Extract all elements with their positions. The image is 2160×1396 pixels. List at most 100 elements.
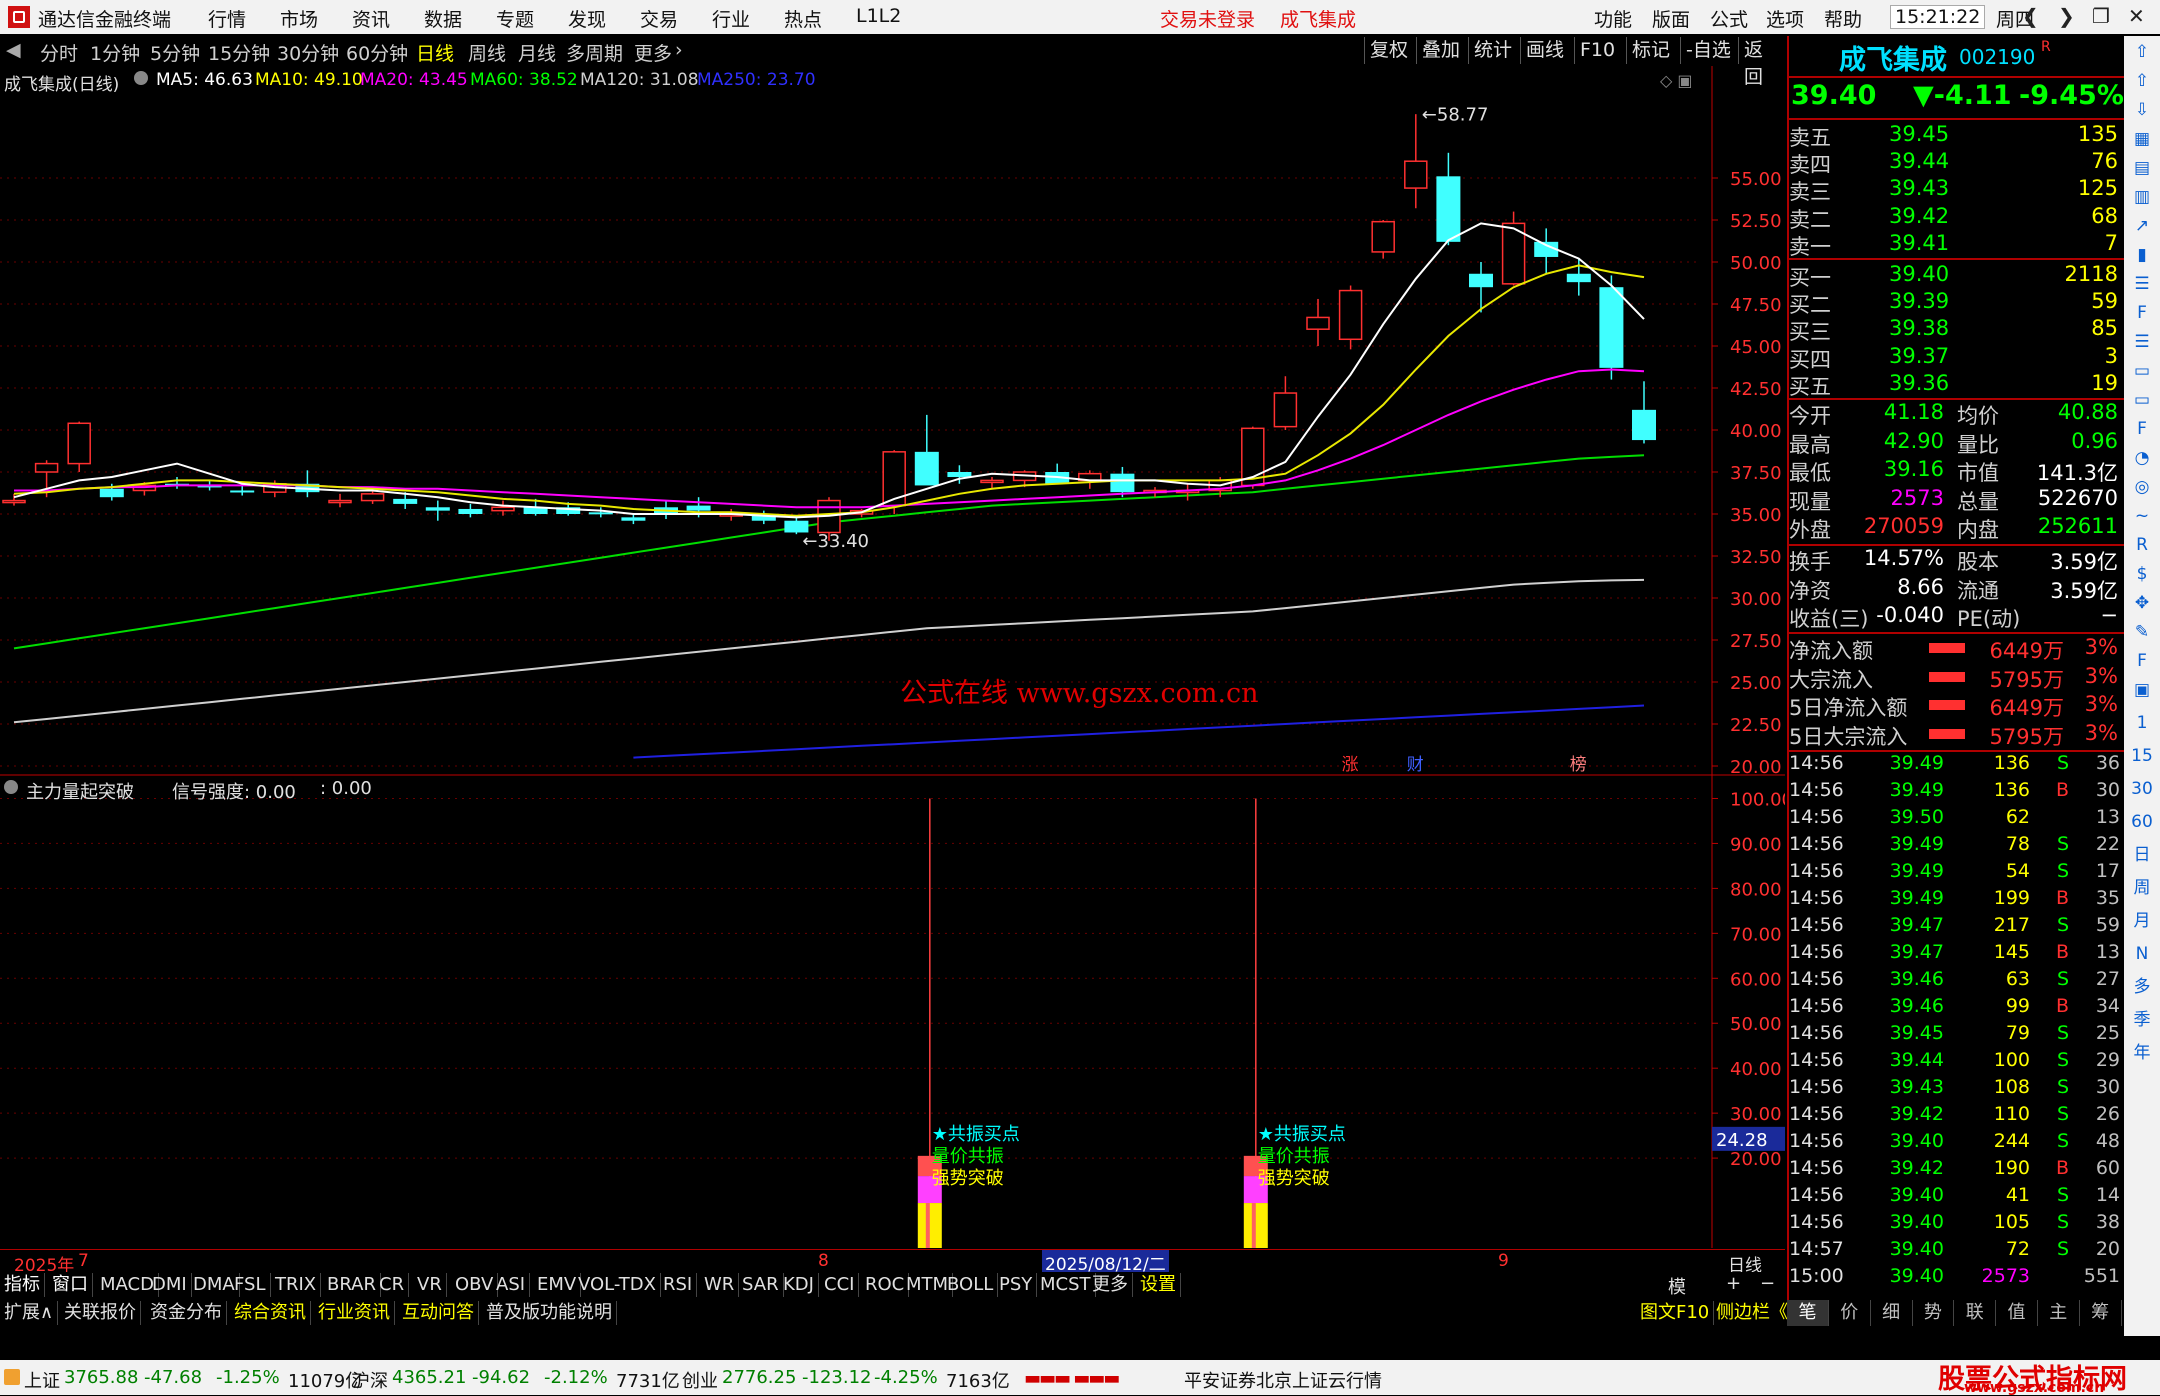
candle[interactable] [458,503,483,518]
tab-capital-distribution[interactable]: 资金分布 [146,1301,227,1325]
sidebar-k-icon[interactable]: ▮ [2130,243,2154,267]
panel-tab-5[interactable]: 值 [1996,1300,2038,1326]
candle[interactable] [1566,258,1591,296]
add-window-button[interactable]: + [1726,1273,1741,1294]
sidebar-1-icon[interactable]: 1 [2130,711,2154,735]
candle[interactable] [1175,483,1200,501]
period-30min[interactable]: 30分钟 [277,39,339,66]
indicator-tab-rsi[interactable]: RSI [659,1273,698,1297]
indicator-tab-fsl[interactable]: FSL [230,1273,271,1297]
panel-tab-1[interactable]: 价 [1829,1300,1871,1326]
btn-huaxian[interactable]: 画线 [1520,37,1569,64]
sidebar-up-icon[interactable]: ⇧ [2130,40,2154,64]
collapse-icon[interactable]: ◀ [6,39,21,61]
sidebar-60-icon[interactable]: 60 [2130,810,2154,834]
btn-fanhui[interactable]: 返回 [1738,37,1785,88]
index-name[interactable]: 上证 [24,1367,60,1393]
asks-row[interactable]: 卖三 39.43 125 [1789,176,2124,204]
tab-help[interactable]: 普及版功能说明 [482,1301,617,1325]
sidebar-up-icon[interactable]: ⇧ [2130,69,2154,93]
sidebar-chart-icon[interactable]: ▤ [2130,156,2154,180]
menu-gongneng[interactable]: 功能 [1594,5,1632,32]
sidebar-N-icon[interactable]: N [2130,942,2154,966]
panel-tab-3[interactable]: 势 [1912,1300,1955,1326]
sidebar-doc-icon[interactable]: ▭ [2130,388,2154,412]
indicator-tab-psy[interactable]: PSY [995,1273,1038,1297]
candle[interactable] [67,421,91,472]
menu-banmian[interactable]: 版面 [1652,5,1690,32]
candle[interactable] [621,514,646,525]
sidebar-F5-icon[interactable]: F [2130,649,2154,673]
sidebar-move-icon[interactable]: ✥ [2130,591,2154,615]
sidebar-F5-icon[interactable]: F [2130,417,2154,441]
candle[interactable] [328,493,352,508]
sidebar-F10-icon[interactable]: F [2130,301,2154,325]
sidebar-grid-icon[interactable]: ▦ [2130,127,2154,151]
menu-jiaoyi[interactable]: 交易 [640,5,678,32]
sidebar-pen-icon[interactable]: ✎ [2130,620,2154,644]
indicator-tab-设置[interactable]: 设置 [1136,1273,1181,1297]
menu-zixun[interactable]: 资讯 [352,5,390,32]
tab-comprehensive-news[interactable]: 综合资讯 [230,1301,311,1325]
sidebar-周-icon[interactable]: 周 [2130,876,2154,900]
period-5min[interactable]: 5分钟 [150,39,200,66]
forward-icon[interactable]: ❯ [2058,4,2075,28]
indicator-tab-更多[interactable]: 更多 [1088,1273,1133,1297]
bids-row[interactable]: 买一 39.40 2118 [1789,262,2124,290]
candle[interactable] [295,470,320,498]
tab-sidebar[interactable]: 侧边栏《 [1712,1301,1793,1325]
menu-shuju[interactable]: 数据 [424,5,462,32]
period-60min[interactable]: 60分钟 [346,39,408,66]
sidebar-年-icon[interactable]: 年 [2130,1041,2154,1065]
indicator-tab-vol-tdx[interactable]: VOL-TDX [574,1273,661,1297]
sidebar-trend-icon[interactable]: ↗ [2130,214,2154,238]
indicator-dropdown-icon[interactable] [4,780,18,794]
indicator-tab-vr[interactable]: VR [413,1273,447,1297]
menu-l1l2[interactable]: L1L2 [856,5,901,27]
tab-qa[interactable]: 互动问答 [398,1301,479,1325]
sidebar-list-icon[interactable]: ☰ [2130,330,2154,354]
candle[interactable] [1306,298,1330,346]
sidebar-季-icon[interactable]: 季 [2130,1008,2154,1032]
candle[interactable] [425,500,450,521]
candle[interactable] [1045,463,1070,484]
period-day[interactable]: 日线 [416,39,454,66]
candle[interactable] [165,477,189,489]
sidebar-down-icon[interactable]: ⇩ [2130,98,2154,122]
sidebar-多-icon[interactable]: 多 [2130,975,2154,999]
asks-row[interactable]: 卖二 39.42 68 [1789,204,2124,232]
indicator-tab-cr[interactable]: CR [375,1273,410,1297]
back-icon[interactable]: ❮ [2022,4,2039,28]
btn-zixuan[interactable]: -自选 [1680,37,1736,64]
candlestick-chart[interactable]: 55.00 52.50 50.00 47.50 45.00 42.50 40.00 37.50… [0,66,1785,776]
tab-industry-news[interactable]: 行业资讯 [314,1301,395,1325]
indicator-tab-mcst[interactable]: MCST [1036,1273,1096,1297]
candle[interactable] [1338,285,1363,350]
sidebar-30-icon[interactable]: 30 [2130,777,2154,801]
tab-expand[interactable]: 扩展∧ [0,1301,59,1325]
sidebar-list-icon[interactable]: ☰ [2130,272,2154,296]
tab-related-quotes[interactable]: 关联报价 [60,1301,141,1325]
period-fenshi[interactable]: 分时 [40,39,78,66]
candle[interactable] [1632,381,1656,444]
btn-tongji[interactable]: 统计 [1468,37,1517,64]
panel-tab-6[interactable]: 主 [2038,1300,2080,1326]
bids-row[interactable]: 买五 39.36 19 [1789,371,2124,399]
indicator-tab-sar[interactable]: SAR [738,1273,784,1297]
sidebar-doc-icon[interactable]: ▭ [2130,359,2154,383]
period-week[interactable]: 周线 [468,39,506,66]
indicator-tab-boll[interactable]: BOLL [943,1273,999,1297]
bids-row[interactable]: 买二 39.39 59 [1789,289,2124,317]
asks-row[interactable]: 卖五 39.45 135 [1789,122,2124,150]
period-more[interactable]: 更多 [634,39,672,66]
candle[interactable] [1469,262,1493,313]
candle[interactable] [1371,220,1395,259]
close-icon[interactable]: ✕ [2128,4,2145,28]
menu-hangye[interactable]: 行业 [712,5,750,32]
menu-gongshi[interactable]: 公式 [1710,5,1748,32]
index-name[interactable]: 沪深 [352,1367,388,1393]
indicator-chart[interactable]: 100.00 90.00 80.00 70.00 60.00 50.00 40.00 30.0… [0,776,1785,1248]
candle[interactable] [1404,114,1428,209]
indicator-tab-trix[interactable]: TRIX [271,1273,322,1297]
sidebar-15-icon[interactable]: 15 [2130,744,2154,768]
